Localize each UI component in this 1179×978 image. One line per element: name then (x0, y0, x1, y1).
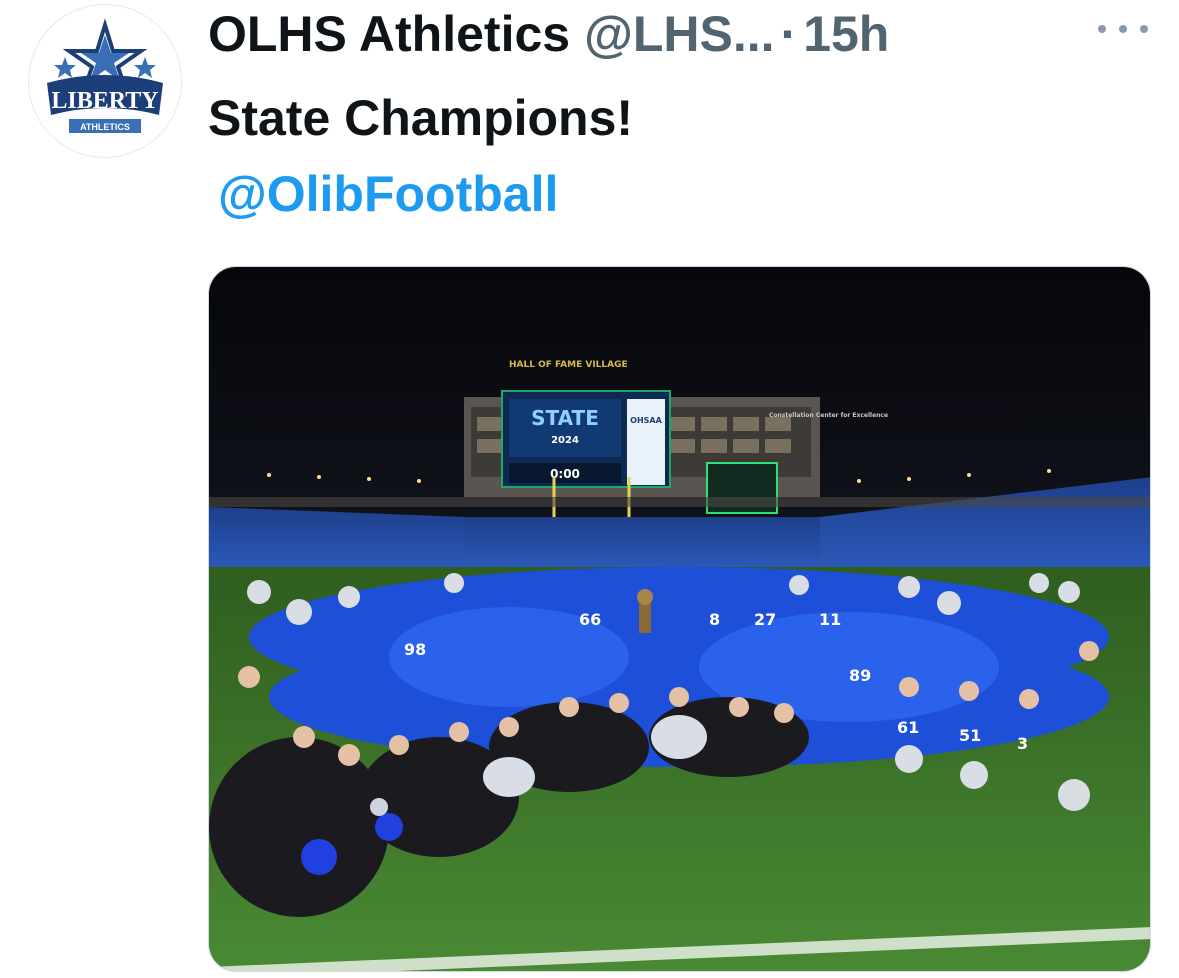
tweet-photo[interactable]: HALL OF FAME VILLAGE STATE 2024 OHSAA 0:… (208, 266, 1151, 972)
scoreboard-year: 2024 (551, 435, 579, 446)
tweet-text: State Champions! (208, 90, 634, 146)
tweet: LIBERTY ATHLETICS OLHS Athletics @LHS...… (0, 0, 1179, 978)
svg-text:8: 8 (709, 610, 720, 629)
more-options-icon[interactable] (1098, 14, 1148, 44)
scoreboard-badge: OHSAA (630, 416, 662, 425)
more-dot (1098, 25, 1106, 33)
svg-text:11: 11 (819, 610, 841, 629)
stadium-sign-text: HALL OF FAME VILLAGE (509, 360, 628, 370)
svg-text:61: 61 (897, 718, 919, 737)
svg-text:27: 27 (754, 610, 776, 629)
more-dot (1140, 25, 1148, 33)
avatar[interactable]: LIBERTY ATHLETICS (28, 4, 182, 158)
svg-text:51: 51 (959, 726, 981, 745)
more-dot (1119, 25, 1127, 33)
liberty-athletics-logo-icon: LIBERTY ATHLETICS (47, 18, 163, 133)
display-name[interactable]: OLHS Athletics (208, 2, 570, 66)
svg-text:3: 3 (1017, 734, 1028, 753)
avatar-logo-text: LIBERTY (51, 88, 158, 114)
scoreboard-title: STATE (531, 406, 599, 430)
svg-text:66: 66 (579, 610, 601, 629)
svg-text:89: 89 (849, 666, 871, 685)
side-sign-text: Constellation Center for Excellence (769, 412, 888, 419)
tweet-timestamp[interactable]: 15h (803, 2, 889, 66)
user-handle[interactable]: @LHS... (584, 2, 774, 66)
avatar-logo-subtext: ATHLETICS (80, 122, 130, 132)
team-photo-image: HALL OF FAME VILLAGE STATE 2024 OHSAA 0:… (209, 267, 1150, 971)
svg-text:98: 98 (404, 640, 426, 659)
tweet-header: OLHS Athletics @LHS... · 15h (208, 2, 889, 66)
separator-dot: · (780, 6, 798, 62)
mention-link[interactable]: @OlibFootball (218, 162, 558, 226)
